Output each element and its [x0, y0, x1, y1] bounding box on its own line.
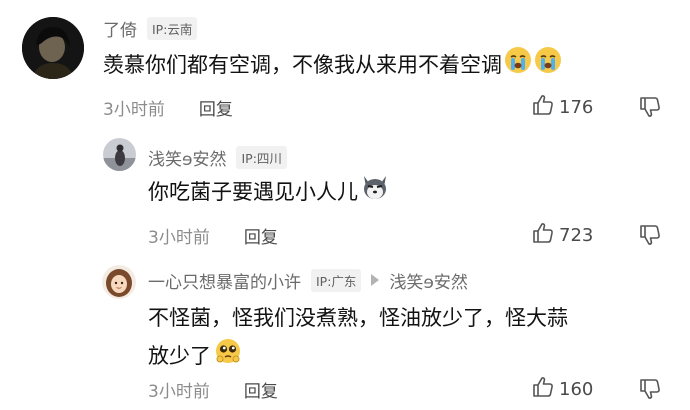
comment-text-content: 你吃菌子要遇见小人儿 — [148, 180, 358, 204]
like-button[interactable]: 160 — [531, 376, 593, 402]
comment-text-line-2-wrap: 放少了 — [148, 337, 678, 377]
like-count: 160 — [559, 378, 594, 400]
dislike-button[interactable] — [638, 223, 662, 251]
comment-meta: 3小时前 回复 — [148, 222, 278, 248]
comment-text-line-2: 放少了 — [148, 344, 211, 368]
husky-dog-icon — [360, 173, 390, 213]
thumbs-up-icon — [531, 221, 555, 249]
thumbs-up-icon — [531, 375, 555, 403]
like-button[interactable]: 176 — [531, 94, 593, 120]
username[interactable]: 了倚 — [103, 16, 137, 41]
ip-location-badge: IP:云南 — [147, 16, 198, 40]
like-button[interactable]: 723 — [531, 222, 593, 248]
comment-meta: 3小时前 回复 — [103, 94, 233, 120]
comment-3: 一心只想暴富的小许 IP:广东 浅笑ɘ安然 不怪菌，怪我们没煮熟，怪油放少了，怪… — [0, 255, 690, 410]
avatar[interactable] — [102, 265, 136, 299]
comment-text: 你吃菌子要遇见小人儿 — [148, 173, 390, 213]
comment-2: 浅笑ɘ安然 IP:四川 你吃菌子要遇见小人儿 3小时前 回复 723 — [0, 125, 690, 255]
avatar[interactable] — [103, 138, 136, 171]
thumbs-down-icon — [640, 97, 660, 117]
reply-button[interactable]: 回复 — [199, 95, 233, 120]
reply-arrow-icon — [371, 274, 380, 286]
crying-face-icon — [534, 46, 562, 86]
avatar[interactable] — [22, 17, 84, 79]
crying-face-icon — [504, 46, 532, 86]
reply-button[interactable]: 回复 — [244, 377, 278, 402]
username[interactable]: 一心只想暴富的小许 — [148, 268, 301, 293]
timestamp: 3小时前 — [148, 227, 210, 248]
thumbs-down-icon — [640, 379, 660, 399]
reply-to-username[interactable]: 浅笑ɘ安然 — [389, 268, 467, 293]
thumbs-up-icon — [531, 93, 555, 121]
comment-text: 羡慕你们都有空调，不像我从来用不着空调 — [103, 46, 562, 86]
comment-text-line-1: 不怪菌，怪我们没煮熟，怪油放少了，怪大蒜 — [148, 306, 568, 330]
comment-1: 了倚 IP:云南 羡慕你们都有空调，不像我从来用不着空调 3小时前 回复 176 — [0, 0, 690, 125]
dislike-button[interactable] — [638, 95, 662, 123]
reply-button[interactable]: 回复 — [244, 223, 278, 248]
ip-location-badge: IP:四川 — [236, 145, 287, 169]
like-count: 176 — [559, 96, 594, 118]
comment-header: 了倚 IP:云南 — [103, 14, 198, 42]
comment-header: 浅笑ɘ安然 IP:四川 — [148, 143, 287, 171]
dislike-button[interactable] — [638, 377, 662, 405]
timestamp: 3小时前 — [148, 381, 210, 402]
comment-meta: 3小时前 回复 — [148, 376, 278, 402]
thumbs-down-icon — [640, 225, 660, 245]
timestamp: 3小时前 — [103, 99, 165, 120]
comment-text-content: 羡慕你们都有空调，不像我从来用不着空调 — [103, 53, 502, 77]
username[interactable]: 浅笑ɘ安然 — [148, 145, 226, 170]
like-count: 723 — [559, 224, 594, 246]
comment-header: 一心只想暴富的小许 IP:广东 浅笑ɘ安然 — [148, 266, 468, 294]
comment-text: 不怪菌，怪我们没煮熟，怪油放少了，怪大蒜 放少了 — [148, 299, 678, 377]
ip-location-badge: IP:广东 — [311, 268, 362, 292]
pleading-face-icon — [213, 337, 243, 377]
